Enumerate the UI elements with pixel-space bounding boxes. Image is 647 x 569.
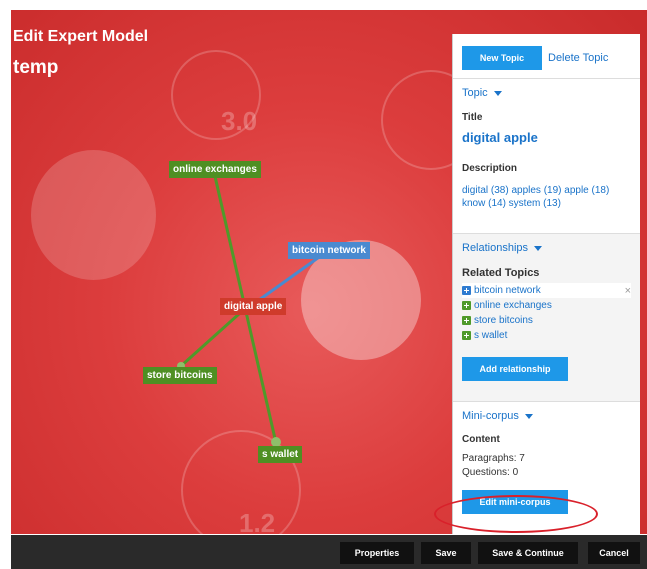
node-store-bitcoins[interactable]: store bitcoins [143, 367, 217, 384]
related-topic-item[interactable]: s wallet [462, 328, 631, 343]
cancel-button[interactable]: Cancel [588, 542, 640, 564]
node-s-wallet[interactable]: s wallet [258, 446, 303, 463]
node-digital-apple[interactable]: digital apple [220, 298, 287, 315]
highlight-annotation [434, 495, 598, 533]
topic-description-value[interactable]: digital (38) apples (19) apple (18) know… [462, 184, 631, 210]
topic-header[interactable]: Topic [462, 87, 631, 99]
caret-down-icon [524, 413, 533, 419]
add-icon [462, 286, 471, 295]
related-topic-item[interactable]: bitcoin network × [462, 283, 631, 298]
related-topic-item[interactable]: store bitcoins [462, 313, 631, 328]
close-icon[interactable]: × [625, 285, 631, 297]
questions-count: Questions: 0 [462, 467, 519, 478]
topic-title-value[interactable]: digital apple [462, 130, 631, 145]
related-topic-item[interactable]: online exchanges [462, 298, 631, 313]
properties-button[interactable]: Properties [340, 542, 414, 564]
relationships-section: Relationships Related Topics bitcoin net… [453, 234, 640, 402]
save-continue-button[interactable]: Save & Continue [478, 542, 578, 564]
node-bitcoin-network[interactable]: bitcoin network [288, 242, 370, 259]
caret-down-icon [534, 245, 543, 251]
relationships-header[interactable]: Relationships [462, 242, 631, 254]
title-label: Title [462, 112, 483, 123]
footer-toolbar: Properties Save Save & Continue Cancel [11, 535, 647, 569]
paragraphs-count: Paragraphs: 7 [462, 453, 525, 464]
topic-panel: New Topic Delete Topic Topic Title digit… [452, 34, 640, 534]
topic-section: Topic Title digital apple Description di… [453, 79, 640, 234]
delete-topic-link[interactable]: Delete Topic [548, 52, 608, 64]
related-topics-list: bitcoin network × online exchanges store… [462, 283, 631, 343]
topic-actions: New Topic Delete Topic [453, 34, 640, 79]
add-icon [462, 331, 471, 340]
add-icon [462, 301, 471, 310]
node-online-exchanges[interactable]: online exchanges [169, 161, 261, 178]
add-icon [462, 316, 471, 325]
related-topics-label: Related Topics [462, 267, 540, 279]
add-relationship-button[interactable]: Add relationship [462, 357, 568, 381]
new-topic-button[interactable]: New Topic [462, 45, 542, 70]
content-label: Content [462, 434, 500, 445]
save-button[interactable]: Save [421, 542, 471, 564]
mini-corpus-header[interactable]: Mini-corpus [462, 410, 631, 422]
caret-down-icon [493, 90, 502, 96]
description-label: Description [462, 163, 518, 174]
